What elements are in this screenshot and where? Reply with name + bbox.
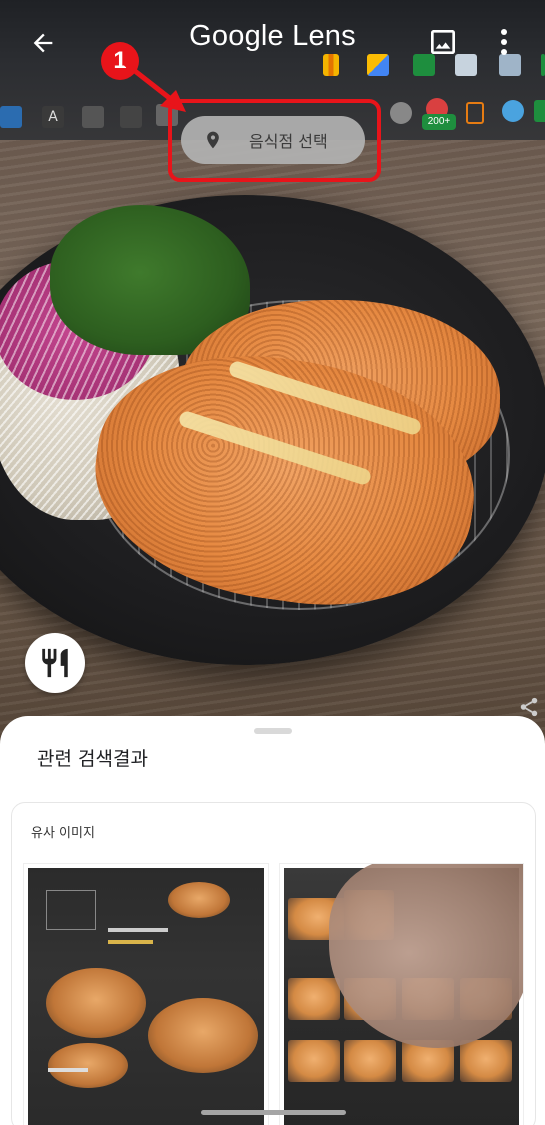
sheet-drag-handle[interactable] [254,728,292,734]
select-restaurant-label: 음식점 선택 [249,132,328,151]
similar-image-menu-2[interactable] [279,863,524,1125]
restaurant-mode-button[interactable] [25,633,85,693]
similar-image-menu-1[interactable] [23,863,269,1125]
restaurant-icon [42,648,68,678]
app-title: Google Lens [189,20,356,52]
home-indicator[interactable] [201,1110,346,1115]
location-pin-icon [207,131,219,149]
hand-in-photo [329,864,523,1048]
share-icon [520,697,538,717]
outlook-icon [0,106,22,128]
gallery-button[interactable] [426,26,460,58]
menu-food-tile [460,1040,512,1082]
more-options-button[interactable] [492,24,516,60]
menu-logo [46,890,96,930]
app-icon [390,102,412,124]
results-bottom-sheet[interactable]: 관련 검색결과 유사 이미지 [0,716,545,1125]
top-app-bar: Google Lens [0,0,545,80]
section-title: 유사 이미지 [31,826,95,841]
more-vert-icon [501,29,507,55]
similar-images-card: 유사 이미지 [11,802,536,1125]
thumbnail-image [28,868,264,1125]
menu-food-photo [148,998,258,1073]
menu-food-tile [288,978,340,1020]
folder-icon [466,102,484,124]
menu-text [48,1068,88,1072]
app-icon [502,100,524,122]
menu-food-photo [46,968,146,1038]
thumbnail-image [284,864,523,1125]
select-restaurant-chip[interactable]: 음식점 선택 [181,116,365,164]
badge-count: 200+ [422,114,456,130]
image-gallery-icon [431,30,455,54]
font-icon: A [42,106,64,128]
sheet-title: 관련 검색결과 [37,748,148,770]
menu-text [108,940,153,944]
menu-food-tile [344,1040,396,1082]
camera-app-icon [82,106,104,128]
menu-food-photo [168,882,230,918]
menu-text [108,928,168,932]
app-icon [534,100,545,122]
menu-food-photo [48,1043,128,1088]
share-button[interactable] [518,696,540,718]
menu-food-tile [288,1040,340,1082]
